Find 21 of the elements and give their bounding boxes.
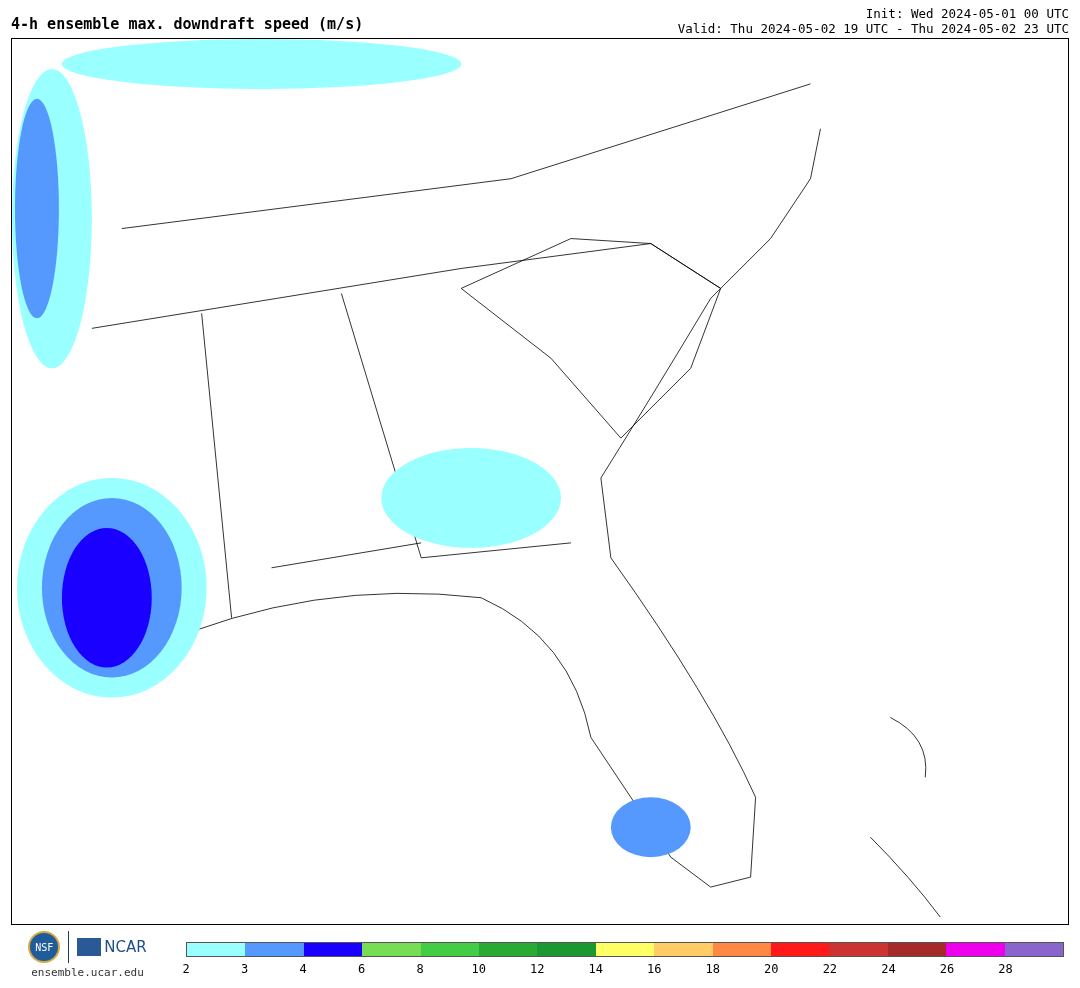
tick-label: 16: [647, 962, 662, 976]
tick-label: 8: [416, 962, 424, 976]
tick-label: 6: [358, 962, 366, 976]
tick-label: 22: [822, 962, 838, 976]
tick-label: 2: [182, 962, 190, 976]
tick-label: 20: [764, 962, 779, 976]
nsf-logo: NSF: [28, 931, 61, 963]
tick-label: 28: [998, 962, 1013, 976]
tick-label: 4: [299, 962, 307, 976]
valid-time: Valid: Thu 2024-05-02 19 UTC - Thu 2024-05-02 23 UTC: [677, 21, 1069, 36]
tick-label: 18: [705, 962, 720, 976]
tick-label: 12: [529, 962, 545, 976]
init-time: Init: Wed 2024-05-01 00 UTC: [865, 6, 1069, 21]
tick-label: 24: [881, 962, 896, 976]
tick-label: 14: [588, 962, 603, 976]
ncar-logo: NCAR: [77, 938, 147, 956]
tick-label: 10: [471, 962, 486, 976]
tick-label: 3: [240, 962, 249, 976]
chart-title: 4-h ensemble max. downdraft speed (m/s): [11, 15, 364, 35]
tick-label: 26: [939, 962, 955, 976]
site-url: ensemble.ucar.edu: [31, 966, 144, 979]
